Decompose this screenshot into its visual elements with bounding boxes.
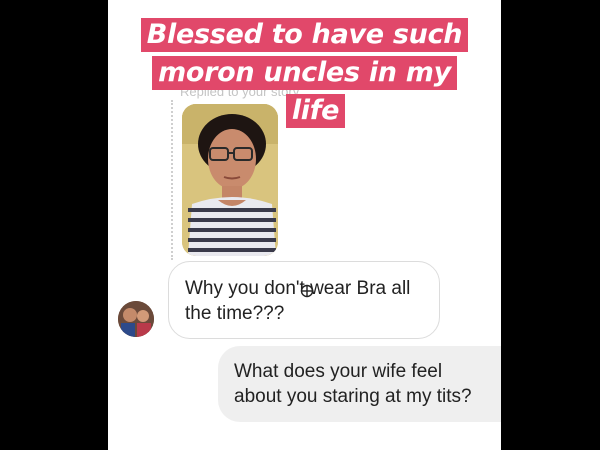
chat-screen: Replied to your story Blessed to have su…	[108, 0, 501, 450]
story-headline: Blessed to have such moron uncles in my …	[108, 18, 501, 132]
headline-line-3: life	[285, 94, 346, 128]
headline-line-2: moron uncles in my	[152, 56, 457, 90]
outgoing-message-bubble[interactable]: What does your wife feel about you stari…	[218, 346, 501, 422]
avatar-image	[118, 301, 154, 337]
crosshair-cursor-icon	[300, 284, 314, 298]
sender-avatar[interactable]	[118, 301, 154, 337]
headline-line-1: Blessed to have such	[140, 18, 469, 52]
incoming-message-bubble[interactable]: Why you don't wear Bra all the time???	[168, 261, 440, 339]
